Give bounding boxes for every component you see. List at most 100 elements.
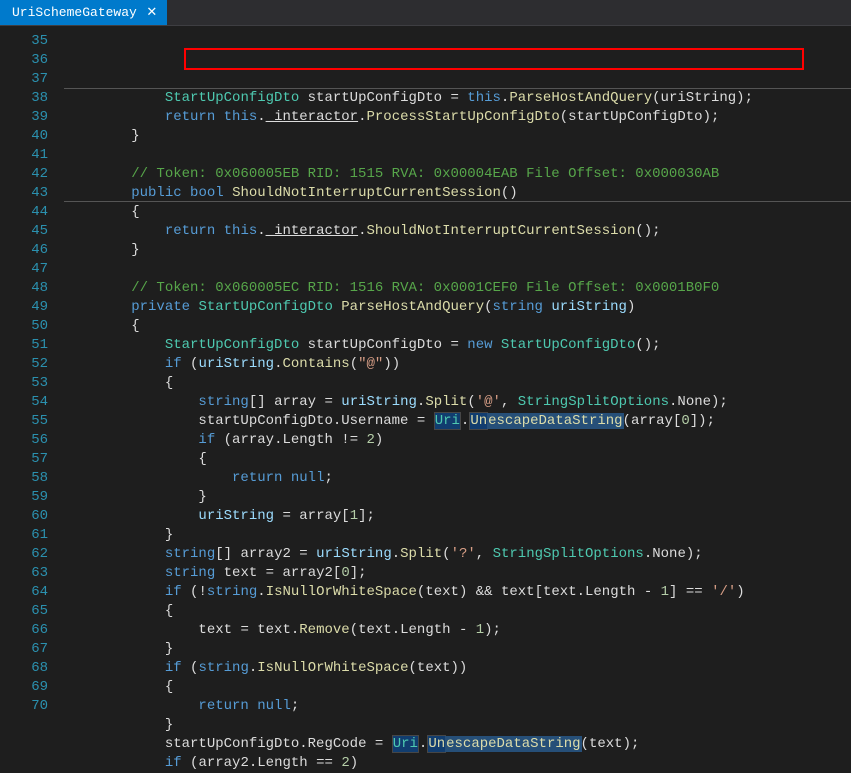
code-token: 2: [341, 755, 349, 771]
code-token: array2: [282, 565, 332, 581]
code-line[interactable]: return null;: [64, 469, 851, 488]
code-line[interactable]: startUpConfigDto.RegCode = Uri.UnescapeD…: [64, 735, 851, 754]
code-token: [64, 698, 198, 714]
code-token: [249, 698, 257, 714]
code-token: escapeDataString: [445, 736, 581, 752]
code-editor[interactable]: 3536373839404142434445464748495051525354…: [0, 26, 851, 730]
code-token: );: [686, 546, 703, 562]
code-line[interactable]: {: [64, 678, 851, 697]
code-line[interactable]: string[] array2 = uriString.Split('?', S…: [64, 545, 851, 564]
line-number: 64: [0, 583, 48, 602]
code-line[interactable]: }: [64, 488, 851, 507]
code-token: [467, 622, 475, 638]
code-token: StartUpConfigDto: [165, 90, 299, 106]
code-token: 1: [476, 622, 484, 638]
line-number: 61: [0, 526, 48, 545]
code-token: [64, 394, 198, 410]
code-token: }: [64, 717, 173, 733]
code-line[interactable]: // Token: 0x060005EC RID: 1516 RVA: 0x00…: [64, 279, 851, 298]
code-token: public: [131, 185, 181, 201]
code-token: ,: [476, 546, 493, 562]
code-token: [64, 565, 165, 581]
code-line[interactable]: {: [64, 317, 851, 336]
code-token: [182, 185, 190, 201]
code-token: -: [644, 584, 652, 600]
tab-title: UriSchemeGateway: [12, 5, 137, 20]
code-token: =: [375, 736, 383, 752]
code-line[interactable]: {: [64, 602, 851, 621]
code-token: }: [64, 128, 140, 144]
code-line[interactable]: if (!string.IsNullOrWhiteSpace(text) && …: [64, 583, 851, 602]
code-line[interactable]: {: [64, 203, 851, 222]
code-line[interactable]: uriString = array[1];: [64, 507, 851, 526]
code-line[interactable]: // Token: 0x060005EB RID: 1515 RVA: 0x00…: [64, 165, 851, 184]
code-token: (: [182, 356, 199, 372]
code-token: (: [484, 299, 492, 315]
code-token: [299, 90, 307, 106]
code-line[interactable]: }: [64, 716, 851, 735]
tab-close-icon[interactable]: ✕: [145, 6, 159, 20]
code-line[interactable]: if (string.IsNullOrWhiteSpace(text)): [64, 659, 851, 678]
code-line[interactable]: string text = array2[0];: [64, 564, 851, 583]
code-token: Length: [257, 755, 307, 771]
line-number: 37: [0, 70, 48, 89]
code-token: (: [182, 755, 199, 771]
code-line[interactable]: startUpConfigDto.Username = Uri.Unescape…: [64, 412, 851, 431]
code-token: (: [215, 432, 232, 448]
code-token: (: [652, 90, 660, 106]
tab-uri-scheme-gateway[interactable]: UriSchemeGateway ✕: [0, 0, 167, 25]
code-line[interactable]: if (uriString.Contains("@")): [64, 355, 851, 374]
code-token: string: [207, 584, 257, 600]
code-line[interactable]: StartUpConfigDto startUpConfigDto = this…: [64, 89, 851, 108]
code-token: None: [677, 394, 711, 410]
code-token: ;: [324, 470, 332, 486]
code-token: ();: [635, 337, 660, 353]
line-number: 55: [0, 412, 48, 431]
code-token: [493, 584, 501, 600]
code-token: uriString: [198, 356, 274, 372]
code-token: return: [232, 470, 282, 486]
code-token: []: [215, 546, 240, 562]
code-token: }: [64, 242, 140, 258]
code-token: array: [299, 508, 341, 524]
code-token: 0: [341, 565, 349, 581]
code-token: .: [257, 223, 265, 239]
line-number: 59: [0, 488, 48, 507]
code-line[interactable]: {: [64, 374, 851, 393]
code-line[interactable]: return this._interactor.ProcessStartUpCo…: [64, 108, 851, 127]
code-line[interactable]: return null;: [64, 697, 851, 716]
line-number: 35: [0, 32, 48, 51]
code-token: this: [224, 223, 258, 239]
code-line[interactable]: }: [64, 640, 851, 659]
code-token: this: [467, 90, 501, 106]
code-token: uriString: [341, 394, 417, 410]
code-token: .: [358, 223, 366, 239]
code-token: ): [375, 432, 383, 448]
line-number: 42: [0, 165, 48, 184]
code-token: [299, 337, 307, 353]
code-line[interactable]: }: [64, 241, 851, 260]
code-line[interactable]: }: [64, 526, 851, 545]
code-line[interactable]: private StartUpConfigDto ParseHostAndQue…: [64, 298, 851, 317]
code-line[interactable]: return this._interactor.ShouldNotInterru…: [64, 222, 851, 241]
code-content[interactable]: StartUpConfigDto startUpConfigDto = this…: [64, 26, 851, 730]
line-number: 62: [0, 545, 48, 564]
code-line[interactable]: if (array.Length != 2): [64, 431, 851, 450]
code-token: string: [493, 299, 543, 315]
line-number: 44: [0, 203, 48, 222]
code-token: StringSplitOptions: [518, 394, 669, 410]
code-token: =: [450, 90, 458, 106]
code-token: Length: [400, 622, 450, 638]
code-line[interactable]: [64, 146, 851, 165]
code-line[interactable]: if (array2.Length == 2): [64, 754, 851, 773]
code-line[interactable]: string[] array = uriString.Split('@', St…: [64, 393, 851, 412]
code-line[interactable]: text = text.Remove(text.Length - 1);: [64, 621, 851, 640]
line-number: 69: [0, 678, 48, 697]
code-token: [249, 622, 257, 638]
code-line[interactable]: [64, 260, 851, 279]
code-line[interactable]: StartUpConfigDto startUpConfigDto = new …: [64, 336, 851, 355]
code-line[interactable]: }: [64, 127, 851, 146]
line-number: 57: [0, 450, 48, 469]
code-line[interactable]: {: [64, 450, 851, 469]
code-token: [64, 736, 165, 752]
